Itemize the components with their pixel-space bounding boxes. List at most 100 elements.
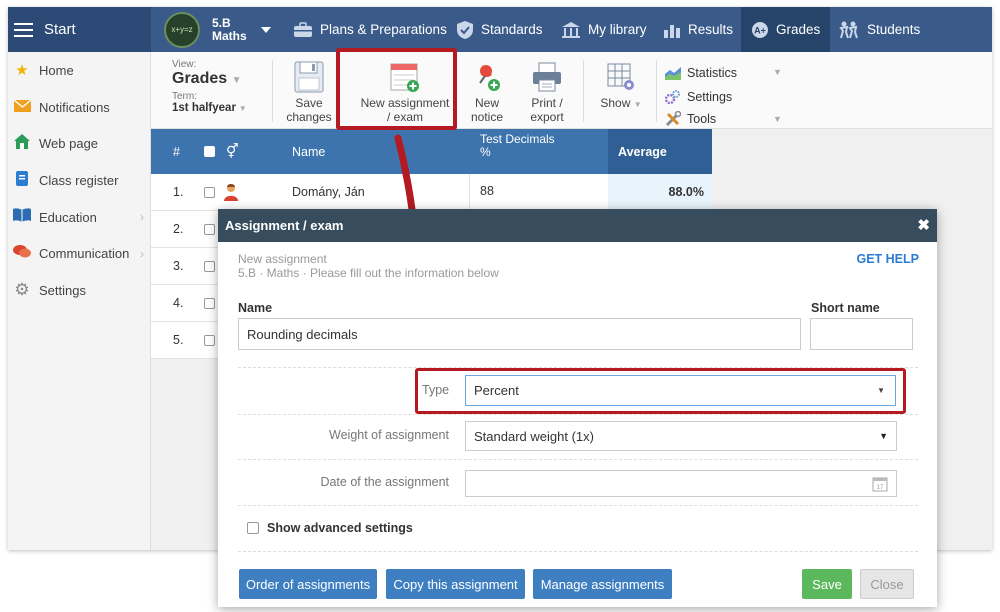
save-button[interactable]: Save	[802, 569, 852, 599]
sidebar-item-education[interactable]: Education ›	[8, 199, 150, 236]
nav-label: Standards	[481, 22, 543, 37]
sidebar-item-class-register[interactable]: Class register	[8, 162, 150, 199]
tools-menu[interactable]: Tools	[665, 111, 716, 127]
dialog-subtitle: New assignment 5.B · Maths · Please fill…	[238, 252, 499, 280]
caret-down-icon	[260, 26, 271, 33]
term-value: 1st halfyear	[172, 102, 236, 114]
button-label: Print /	[531, 96, 563, 110]
svg-text:A+: A+	[754, 25, 766, 35]
gears-icon	[665, 90, 680, 105]
sidebar: ★ Home Notifications Web page Class regi…	[8, 52, 151, 550]
toolbar-divider	[583, 60, 584, 122]
class-subject-label: Maths	[212, 28, 247, 43]
get-help-link[interactable]: GET HELP	[856, 252, 919, 266]
nav-label: Plans & Preparations	[320, 22, 447, 37]
pushpin-icon	[479, 65, 500, 91]
row-checkbox[interactable]	[204, 322, 215, 358]
class-name: 5.B Maths	[212, 16, 247, 43]
name-input[interactable]: Rounding decimals	[238, 318, 801, 350]
class-selector[interactable]: x+y=z 5.B Maths	[164, 11, 271, 48]
calendar-icon[interactable]: 17	[872, 476, 888, 492]
highlight-type-field	[415, 368, 906, 414]
grades-icon: A+	[752, 21, 768, 38]
close-button[interactable]: Close	[860, 569, 914, 599]
print-export-button[interactable]: Print / export	[520, 61, 574, 124]
divider	[238, 551, 918, 552]
tools-icon	[665, 111, 681, 127]
row-checkbox[interactable]	[204, 211, 215, 247]
row-checkbox[interactable]	[204, 174, 215, 210]
printer-icon	[533, 62, 561, 92]
copy-assignment-button[interactable]: Copy this assignment	[386, 569, 525, 599]
weight-value: Standard weight (1x)	[474, 428, 594, 444]
star-icon: ★	[15, 62, 29, 80]
view-label: View:	[172, 59, 197, 70]
student-name[interactable]: Domány, Ján	[292, 174, 365, 210]
select-all-checkbox[interactable]	[204, 129, 215, 174]
nav-label: Students	[867, 22, 921, 37]
row-number: 2.	[173, 222, 184, 236]
test-score-cell[interactable]: 88	[469, 174, 608, 210]
hamburger-icon	[14, 22, 33, 37]
col-test-header[interactable]: Test Decimals %	[480, 133, 555, 159]
gender-icon: ⚥	[226, 143, 239, 159]
divider	[238, 459, 918, 460]
weight-label: Weight of assignment	[329, 428, 449, 442]
nav-standards[interactable]: Standards	[456, 7, 543, 52]
short-name-input[interactable]	[810, 318, 913, 350]
sidebar-item-web-page[interactable]: Web page	[8, 125, 150, 162]
nav-my-library[interactable]: My library	[561, 7, 647, 52]
date-input[interactable]: 17	[465, 470, 897, 497]
button-label: New	[474, 96, 499, 110]
row-number: 1.	[173, 185, 184, 199]
show-button[interactable]: Show ▼	[593, 61, 649, 112]
weight-select[interactable]: Standard weight (1x) ▼	[465, 421, 897, 451]
manage-assignments-button[interactable]: Manage assignments	[533, 569, 672, 599]
button-label: Save	[295, 96, 323, 110]
save-icon	[294, 61, 324, 93]
dialog-header: Assignment / exam ✖	[218, 209, 937, 242]
divider	[238, 414, 918, 415]
menu-label: Tools	[687, 112, 717, 126]
row-checkbox[interactable]	[204, 248, 215, 284]
close-icon[interactable]: ✖	[917, 216, 930, 234]
col-test-title: Test Decimals	[480, 132, 555, 146]
start-menu-button[interactable]: Start	[8, 7, 151, 52]
caret-down-icon: ▼	[238, 104, 247, 113]
chat-icon	[12, 244, 32, 263]
row-checkbox[interactable]	[204, 285, 215, 321]
advanced-checkbox[interactable]	[247, 522, 259, 534]
avatar-text: x+y=z	[171, 25, 193, 34]
nav-results[interactable]: Results	[663, 7, 733, 52]
col-name-header[interactable]: Name	[292, 129, 325, 174]
col-average-header[interactable]: Average	[608, 129, 712, 174]
row-number: 3.	[173, 259, 184, 273]
register-icon	[12, 170, 32, 190]
envelope-icon	[12, 99, 32, 116]
button-label: notice	[470, 110, 504, 124]
view-selector[interactable]: View: Grades ▼ Term: 1st halfyear ▼	[172, 59, 247, 114]
sidebar-item-settings[interactable]: ⚙ Settings	[8, 272, 150, 309]
chevron-right-icon: ›	[140, 210, 144, 225]
col-test-unit: %	[480, 145, 491, 159]
sidebar-item-label: Education	[39, 209, 97, 225]
sidebar-item-home[interactable]: ★ Home	[8, 52, 150, 89]
sidebar-item-notifications[interactable]: Notifications	[8, 89, 150, 126]
sidebar-item-label: Home	[39, 62, 74, 78]
svg-text:17: 17	[877, 485, 884, 491]
sidebar-item-communication[interactable]: Communication ›	[8, 235, 150, 272]
settings-menu[interactable]: Settings	[665, 89, 732, 105]
chevron-right-icon: ›	[140, 246, 144, 261]
button-label: changes	[286, 110, 332, 124]
nav-students[interactable]: Students	[838, 7, 920, 52]
advanced-settings-toggle[interactable]: Show advanced settings	[247, 521, 413, 535]
nav-plans-preparations[interactable]: Plans & Preparations	[293, 7, 447, 52]
row-number: 4.	[173, 296, 184, 310]
save-changes-button[interactable]: Save changes	[279, 61, 339, 124]
nav-grades[interactable]: A+ Grades	[741, 7, 831, 52]
gear-icon: ⚙	[14, 280, 30, 300]
new-notice-button[interactable]: New notice	[464, 61, 510, 124]
statistics-menu[interactable]: Statistics	[665, 66, 737, 80]
sidebar-item-label: Notifications	[39, 99, 110, 115]
order-assignments-button[interactable]: Order of assignments	[239, 569, 377, 599]
